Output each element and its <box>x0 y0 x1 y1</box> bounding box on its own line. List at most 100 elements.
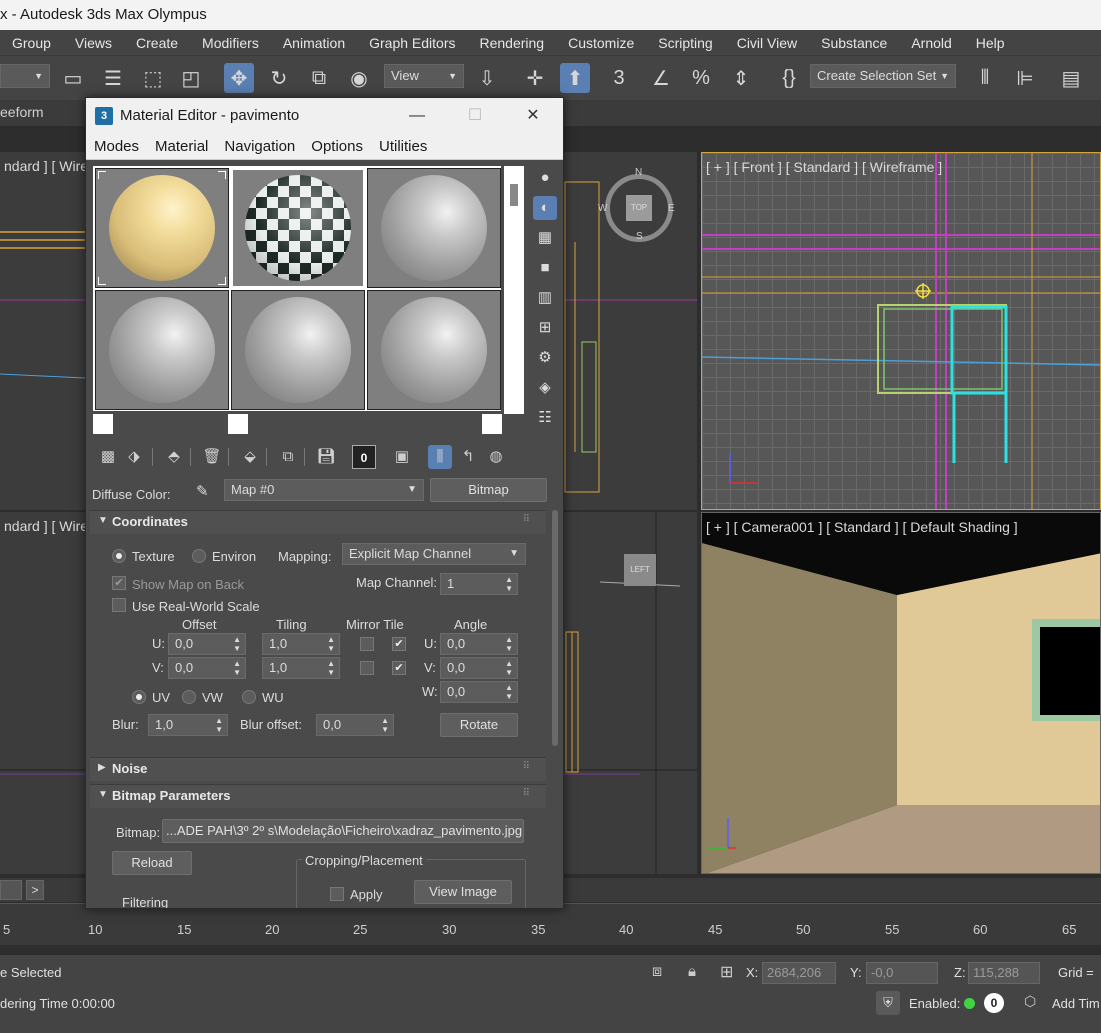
u-angle-spinner[interactable]: 0,0 ▲ ▼ <box>440 633 518 655</box>
enabled-count-badge[interactable]: 0 <box>984 993 1004 1013</box>
menu-help[interactable]: Help <box>964 35 1017 51</box>
u-tiling-spinner[interactable]: 1,0 ▲ ▼ <box>262 633 340 655</box>
material-map-navigator-icon[interactable]: ☷ <box>533 406 557 430</box>
timeline-ruler[interactable]: 5 10 15 20 25 30 35 40 45 50 55 60 65 <box>0 903 1101 945</box>
put-to-scene-icon[interactable]: ⬗ <box>122 445 146 469</box>
menu-navigation[interactable]: Navigation <box>216 138 303 155</box>
material-editor-scrollbar[interactable] <box>552 510 558 746</box>
slot-scroll-right[interactable] <box>482 414 502 434</box>
slot-scroll-mid[interactable] <box>228 414 248 434</box>
put-to-library-icon[interactable]: ⧉ <box>276 445 300 469</box>
map-channel-spinner[interactable]: 1 ▲ ▼ <box>440 573 518 595</box>
sample-slot[interactable] <box>367 290 501 410</box>
spinner-snap-icon[interactable]: ⇕ <box>726 63 756 93</box>
material-options-icon[interactable]: ⚙ <box>533 346 557 370</box>
viewport-front[interactable]: [ + ] [ Front ] [ Standard ] [ Wireframe… <box>701 152 1101 510</box>
video-color-check-icon[interactable]: ▥ <box>533 286 557 310</box>
material-editor-titlebar[interactable]: 3 Material Editor - pavimento — ☐ ✕ <box>86 98 563 134</box>
blur-spinner[interactable]: 1,0 ▲ ▼ <box>148 714 228 736</box>
u-offset-spinner[interactable]: 0,0 ▲ ▼ <box>168 633 246 655</box>
sample-slot[interactable] <box>367 168 501 288</box>
real-world-scale-checkbox[interactable] <box>112 598 126 612</box>
absolute-mode-icon[interactable]: ⊞ <box>720 962 733 982</box>
maximize-icon[interactable]: ☐ <box>460 102 490 130</box>
viewcube[interactable]: LEFT <box>624 554 656 586</box>
ribbon-tab-freeform[interactable]: eeform <box>0 104 44 120</box>
select-by-material-icon[interactable]: ◈ <box>533 376 557 400</box>
save-material-icon[interactable]: 💾︎ <box>314 445 338 469</box>
z-coord-field[interactable]: 115,288 <box>968 962 1040 984</box>
named-selection-set-dropdown[interactable]: Create Selection Set <box>810 64 956 88</box>
sample-slot[interactable] <box>231 290 365 410</box>
slot-scroll-left[interactable] <box>93 414 113 434</box>
menu-group[interactable]: Group <box>0 35 63 51</box>
vw-radio[interactable] <box>182 690 196 704</box>
v-mirror-checkbox[interactable] <box>360 661 374 675</box>
rotate-button[interactable]: Rotate <box>440 713 518 737</box>
go-to-parent-icon[interactable]: ↰ <box>456 445 480 469</box>
mapping-dropdown[interactable]: Explicit Map Channel ▼ <box>342 543 526 565</box>
v-offset-spinner[interactable]: 0,0 ▲ ▼ <box>168 657 246 679</box>
menu-customize[interactable]: Customize <box>556 35 646 51</box>
time-slider-handle[interactable] <box>0 880 22 900</box>
menu-views[interactable]: Views <box>63 35 124 51</box>
scrollbar-thumb[interactable] <box>510 184 518 206</box>
go-forward-sibling-icon[interactable]: ◍ <box>484 445 508 469</box>
select-by-name-icon[interactable]: ☰ <box>98 63 128 93</box>
slot-scroll-bottom[interactable] <box>504 394 524 414</box>
pivot-icon[interactable]: ⇩ <box>472 63 502 93</box>
scene-explorer-icon[interactable]: ▤ <box>1056 63 1086 93</box>
menu-arnold[interactable]: Arnold <box>899 35 963 51</box>
menu-animation[interactable]: Animation <box>271 35 357 51</box>
u-mirror-checkbox[interactable] <box>360 637 374 651</box>
percent-snap-icon[interactable]: % <box>686 63 716 93</box>
viewport-label[interactable]: ndard ] [ Wirefi <box>4 518 95 534</box>
show-map-on-back-checkbox[interactable]: ✔ <box>112 576 126 590</box>
blur-offset-spinner[interactable]: 0,0 ▲ ▼ <box>316 714 394 736</box>
place-icon[interactable]: ◉ <box>344 63 374 93</box>
sample-slot[interactable] <box>95 290 229 410</box>
isolate-icon[interactable]: ⧈ <box>652 963 662 981</box>
next-frame-button[interactable]: > <box>26 880 44 900</box>
background-checker-icon[interactable]: ▦ <box>533 226 557 250</box>
sample-slot[interactable] <box>95 168 229 288</box>
make-unique-icon[interactable]: ⬙ <box>238 445 262 469</box>
v-tile-checkbox[interactable]: ✔ <box>392 661 406 675</box>
show-end-result-icon[interactable]: ⫼ <box>428 445 452 469</box>
viewcube[interactable]: TOP N S E W <box>598 167 675 242</box>
map-name-dropdown[interactable]: Map #0 ▼ <box>224 479 424 501</box>
adaptive-degradation-icon[interactable]: ⛨ <box>876 991 900 1015</box>
sample-type-icon[interactable]: ● <box>533 166 557 190</box>
menu-material[interactable]: Material <box>147 138 216 155</box>
select-manipulate-icon[interactable]: ✛ <box>520 63 550 93</box>
show-shaded-material-icon[interactable]: ▣ <box>390 445 414 469</box>
y-coord-field[interactable]: -0,0 <box>866 962 938 984</box>
menu-create[interactable]: Create <box>124 35 190 51</box>
bitmap-parameters-rollout-header[interactable]: ▼ Bitmap Parameters ⠿ <box>90 784 546 808</box>
menu-scripting[interactable]: Scripting <box>646 35 724 51</box>
cube-icon[interactable]: ⬡ <box>1024 993 1036 1010</box>
material-id-channel[interactable]: 0 <box>352 445 376 469</box>
viewport-camera[interactable]: [ + ] [ Camera001 ] [ Standard ] [ Defau… <box>701 512 1101 874</box>
rotate-icon[interactable]: ↻ <box>264 63 294 93</box>
keyboard-shortcut-override-icon[interactable]: ⬆ <box>560 63 590 93</box>
mirror-icon[interactable]: ⫴ <box>970 63 1000 93</box>
menu-rendering[interactable]: Rendering <box>467 35 556 51</box>
bitmap-path-button[interactable]: ...ADE PAH\3º 2º s\Modelação\Ficheiro\xa… <box>162 819 524 843</box>
uv-radio[interactable] <box>132 690 146 704</box>
rectangular-selection-icon[interactable]: ⬚ <box>138 63 168 93</box>
snaps-toggle-icon[interactable]: 3 <box>604 63 634 93</box>
environ-radio[interactable] <box>192 549 206 563</box>
v-angle-spinner[interactable]: 0,0 ▲ ▼ <box>440 657 518 679</box>
wu-radio[interactable] <box>242 690 256 704</box>
select-object-icon[interactable]: ▭ <box>58 63 88 93</box>
viewport-label[interactable]: [ + ] [ Camera001 ] [ Standard ] [ Defau… <box>706 519 1018 535</box>
add-time-tag[interactable]: Add Tim <box>1052 996 1100 1011</box>
menu-graph-editors[interactable]: Graph Editors <box>357 35 467 51</box>
minimize-icon[interactable]: — <box>402 102 432 130</box>
menu-substance[interactable]: Substance <box>809 35 899 51</box>
selection-filter-dropdown[interactable] <box>0 64 50 88</box>
u-tile-checkbox[interactable]: ✔ <box>392 637 406 651</box>
menu-utilities[interactable]: Utilities <box>371 138 435 155</box>
window-crossing-icon[interactable]: ◰ <box>176 63 206 93</box>
